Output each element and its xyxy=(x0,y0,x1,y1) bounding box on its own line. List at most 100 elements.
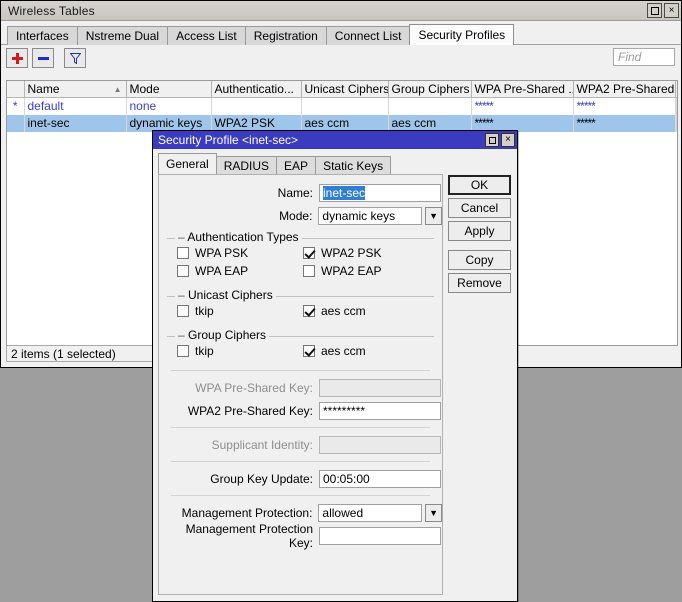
chevron-down-icon[interactable]: ▼ xyxy=(425,206,442,225)
column-header-name[interactable]: Name ▲ xyxy=(24,81,127,98)
supplicant-identity-input xyxy=(319,435,441,454)
checkbox-label: tkip xyxy=(195,304,214,318)
cell-spacer xyxy=(675,114,677,132)
column-header-unicast-ciphers[interactable]: Unicast Ciphers xyxy=(301,81,389,98)
management-protection-key-input[interactable] xyxy=(319,526,441,545)
tab-general[interactable]: General xyxy=(158,153,217,174)
column-header-flag[interactable] xyxy=(7,81,25,98)
checkbox-icon[interactable] xyxy=(303,247,315,259)
tab-nstreme-dual[interactable]: Nstreme Dual xyxy=(76,26,169,45)
mode-label: Mode: xyxy=(279,208,313,223)
group-key-update-label: Group Key Update: xyxy=(210,471,313,486)
checkbox-label: WPA2 EAP xyxy=(321,264,382,278)
dialog-close-icon[interactable]: × xyxy=(501,133,515,147)
checkbox-label: aes ccm xyxy=(321,344,366,358)
divider xyxy=(171,370,430,371)
checkbox-unicast-aes-ccm[interactable]: aes ccm xyxy=(303,304,366,318)
group-ciphers-legend: Group Ciphers xyxy=(175,328,270,342)
dialog-maximize-icon[interactable] xyxy=(485,133,499,147)
checkbox-icon[interactable] xyxy=(303,265,315,277)
add-button[interactable] xyxy=(6,48,28,68)
checkbox-wpa2-psk[interactable]: WPA2 PSK xyxy=(303,246,381,260)
cell-unicast-ciphers: aes ccm xyxy=(301,114,389,132)
close-icon[interactable]: × xyxy=(664,3,679,18)
unicast-ciphers-legend: Unicast Ciphers xyxy=(175,288,276,302)
wpa2-psk-input[interactable]: ********* xyxy=(319,401,441,420)
name-input[interactable]: inet-sec xyxy=(319,183,441,202)
remove-button[interactable] xyxy=(32,48,54,68)
wpa-psk-input xyxy=(319,378,441,397)
checkbox-icon[interactable] xyxy=(303,345,315,357)
plus-icon xyxy=(11,52,23,64)
ok-button[interactable]: OK xyxy=(448,175,511,195)
checkbox-label: aes ccm xyxy=(321,304,366,318)
wpa2-psk-row: WPA2 Pre-Shared Key: ********* xyxy=(159,401,442,420)
dialog-button-column: OK Cancel Apply Copy Remove xyxy=(448,175,511,296)
wpa-psk-label: WPA Pre-Shared Key: xyxy=(195,380,313,395)
tab-access-list[interactable]: Access List xyxy=(167,26,246,45)
tab-eap[interactable]: EAP xyxy=(276,156,317,174)
table-header-row: Name ▲ Mode Authenticatio... Unicast Cip… xyxy=(7,81,677,98)
column-chooser-button[interactable]: ▼ xyxy=(675,81,677,98)
cell-authentication xyxy=(211,97,302,115)
remove-button[interactable]: Remove xyxy=(448,273,511,293)
checkbox-icon[interactable] xyxy=(303,305,315,317)
checkbox-icon[interactable] xyxy=(177,305,189,317)
table-row[interactable]: * default none ***** ***** xyxy=(7,97,677,115)
tab-connect-list[interactable]: Connect List xyxy=(325,26,411,45)
copy-button[interactable]: Copy xyxy=(448,250,511,270)
tab-interfaces[interactable]: Interfaces xyxy=(7,26,78,45)
find-input[interactable]: Find xyxy=(613,48,675,66)
window-title: Wireless Tables xyxy=(8,3,95,18)
checkbox-label: WPA EAP xyxy=(195,264,249,278)
column-header-mode[interactable]: Mode xyxy=(126,81,212,98)
column-header-wpa2-psk[interactable]: WPA2 Pre-Shared... xyxy=(573,81,676,98)
maximize-icon[interactable] xyxy=(647,3,662,18)
cell-wpa2-psk: ***** xyxy=(573,114,676,132)
apply-button[interactable]: Apply xyxy=(448,221,511,241)
tab-registration[interactable]: Registration xyxy=(244,26,327,45)
column-header-wpa-psk[interactable]: WPA Pre-Shared ... xyxy=(471,81,574,98)
window-buttons: × xyxy=(647,3,679,18)
group-ciphers-group: Group Ciphers tkip aes ccm xyxy=(167,327,434,363)
divider xyxy=(171,495,430,496)
authentication-types-group: Authentication Types WPA PSK WPA2 PSK xyxy=(167,229,434,283)
management-protection-label: Management Protection: xyxy=(181,505,313,520)
checkbox-wpa-eap[interactable]: WPA EAP xyxy=(167,264,303,278)
checkbox-group-aes-ccm[interactable]: aes ccm xyxy=(303,344,366,358)
chevron-down-icon[interactable]: ▼ xyxy=(425,503,442,522)
column-header-authentication[interactable]: Authenticatio... xyxy=(211,81,302,98)
management-protection-select[interactable]: allowed xyxy=(318,503,423,522)
table-row[interactable]: inet-sec dynamic keys WPA2 PSK aes ccm a… xyxy=(7,114,677,132)
main-tab-strip: Interfaces Nstreme Dual Access List Regi… xyxy=(1,21,681,45)
tab-security-profiles[interactable]: Security Profiles xyxy=(409,24,515,45)
cell-name: inet-sec xyxy=(24,114,127,132)
tab-static-keys[interactable]: Static Keys xyxy=(315,156,392,174)
mode-select[interactable]: dynamic keys xyxy=(318,206,423,225)
cell-mode: dynamic keys xyxy=(126,114,212,132)
mode-row: Mode: dynamic keys ▼ xyxy=(159,206,442,225)
unicast-ciphers-group: Unicast Ciphers tkip aes ccm xyxy=(167,287,434,323)
cell-wpa2-psk: ***** xyxy=(573,97,676,115)
checkbox-icon[interactable] xyxy=(177,247,189,259)
checkbox-icon[interactable] xyxy=(177,345,189,357)
cell-wpa-psk: ***** xyxy=(471,114,574,132)
filter-button[interactable] xyxy=(64,48,86,68)
column-header-group-ciphers[interactable]: Group Ciphers xyxy=(388,81,472,98)
wpa2-psk-label: WPA2 Pre-Shared Key: xyxy=(187,403,313,418)
name-row: Name: inet-sec xyxy=(159,183,442,202)
divider xyxy=(171,427,430,428)
checkbox-group-tkip[interactable]: tkip xyxy=(167,344,303,358)
checkbox-icon[interactable] xyxy=(177,265,189,277)
group-key-update-input[interactable]: 00:05:00 xyxy=(319,469,441,488)
dialog-tab-strip: General RADIUS EAP Static Keys xyxy=(158,153,392,174)
cancel-button[interactable]: Cancel xyxy=(448,198,511,218)
row-flag xyxy=(7,114,25,132)
dialog-title: Security Profile <inet-sec> xyxy=(158,133,299,147)
toolbar: Find xyxy=(1,45,681,71)
checkbox-unicast-tkip[interactable]: tkip xyxy=(167,304,303,318)
cell-spacer xyxy=(675,97,677,115)
checkbox-wpa2-eap[interactable]: WPA2 EAP xyxy=(303,264,381,278)
checkbox-wpa-psk[interactable]: WPA PSK xyxy=(167,246,303,260)
tab-radius[interactable]: RADIUS xyxy=(215,156,278,174)
